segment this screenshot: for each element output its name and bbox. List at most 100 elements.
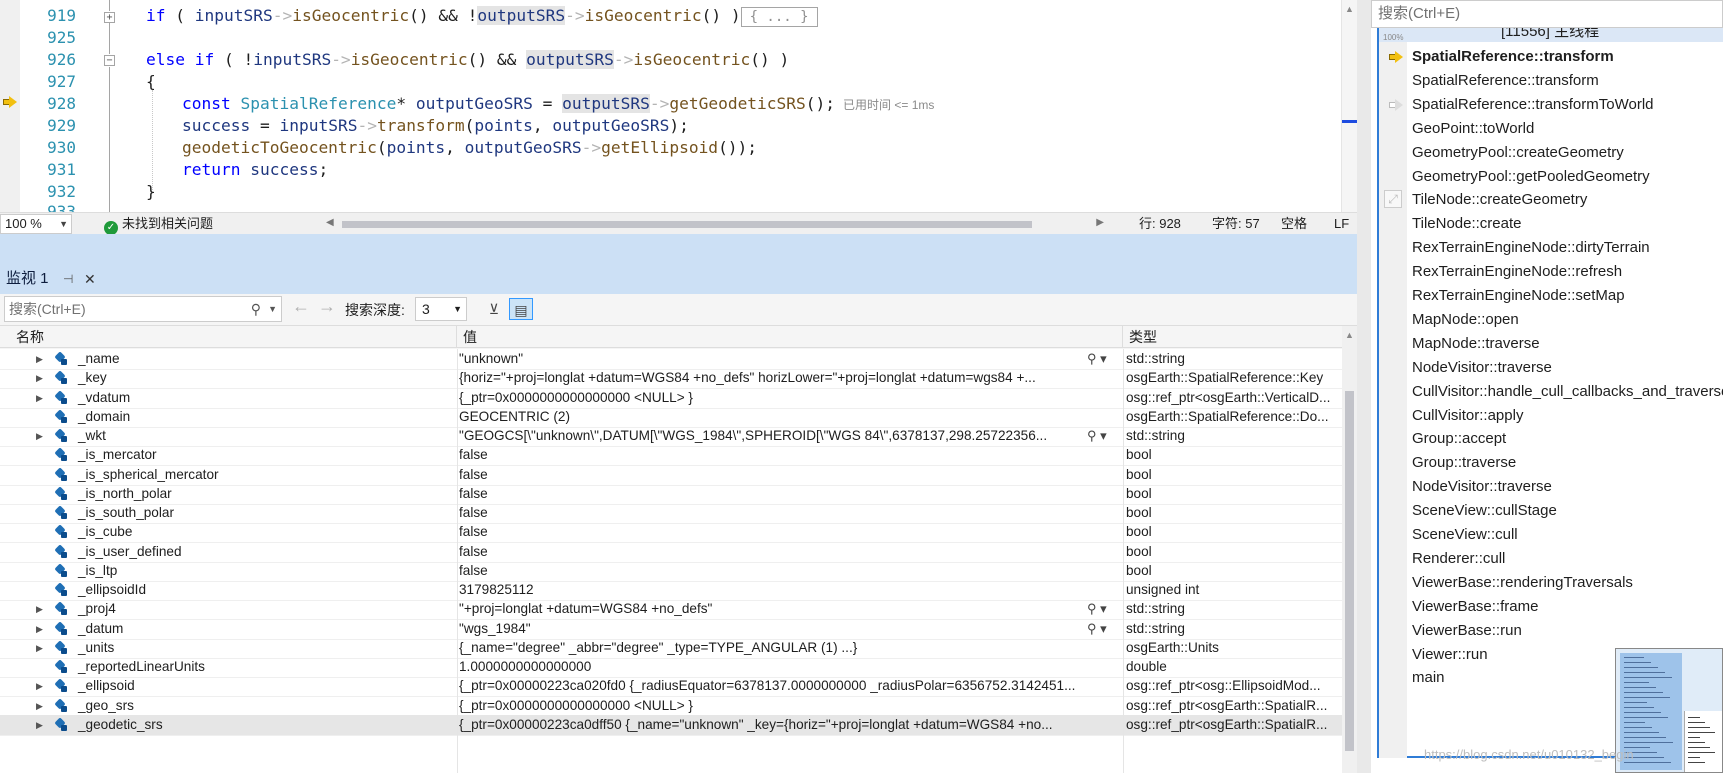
call-stack-frame[interactable]: ViewerBase::run [1412, 620, 1522, 642]
watch-row[interactable]: ▶ _vdatum {_ptr=0x0000000000000000 <NULL> … [0, 388, 1342, 409]
text-visualizer-icon[interactable]: ⚲ ▾ [1087, 349, 1107, 369]
expand-arrow-icon[interactable]: ▶ [36, 619, 43, 639]
scroll-up-icon[interactable]: ▲ [1345, 330, 1354, 340]
char-indicator[interactable]: 字符: 57 [1212, 215, 1260, 233]
line-ending-indicator[interactable]: LF [1334, 215, 1349, 233]
call-stack-frame[interactable]: TileNode::createGeometry [1412, 189, 1587, 211]
expand-arrow-icon[interactable]: ▶ [36, 388, 43, 408]
call-stack-frame[interactable]: Viewer::run [1412, 644, 1488, 666]
watch-row[interactable]: ▶ _name "unknown" ⚲ ▾ std::string [0, 349, 1342, 370]
watch-item-value[interactable]: 1.0000000000000000 [459, 657, 1081, 677]
pin-icon[interactable]: ⊣ [63, 264, 73, 294]
watch-item-value[interactable]: "unknown" [459, 349, 1077, 369]
text-visualizer-icon[interactable]: ⚲ ▾ [1087, 619, 1107, 639]
column-layout-icon[interactable]: ▤ [509, 298, 533, 320]
watch-item-value[interactable]: false [459, 465, 1081, 485]
search-forward-icon[interactable]: → [318, 296, 336, 317]
column-header-value[interactable]: 值 [457, 326, 1123, 348]
watch-item-value[interactable]: "GEOGCS[\"unknown\",DATUM[\"WGS_1984\",S… [459, 426, 1077, 446]
collapse-icon[interactable]: − [104, 55, 115, 66]
watch-row[interactable]: _is_spherical_mercator false bool [0, 465, 1342, 486]
watch-row[interactable]: ▶ _units {_name="degree" _abbr="degree" _t… [0, 638, 1342, 659]
call-stack-frame[interactable]: ViewerBase::renderingTraversals [1412, 572, 1633, 594]
call-stack-frame[interactable]: main [1412, 667, 1445, 689]
watch-item-value[interactable]: {horiz="+proj=longlat +datum=WGS84 +no_d… [459, 368, 1081, 388]
expand-icon[interactable]: + [104, 12, 115, 23]
editor-vertical-scrollbar[interactable]: ▲ [1341, 0, 1357, 212]
expand-arrow-icon[interactable]: ▶ [36, 638, 43, 658]
call-stack-frame[interactable]: ViewerBase::frame [1412, 596, 1538, 618]
watch-row[interactable]: ▶ _key {horiz="+proj=longlat +datum=WGS84 … [0, 368, 1342, 390]
call-stack-frame[interactable]: TileNode::create [1412, 213, 1522, 235]
text-visualizer-icon[interactable]: ⚲ ▾ [1087, 599, 1107, 619]
watch-row[interactable]: _is_north_polar false bool [0, 484, 1342, 505]
watch-item-value[interactable]: false [459, 542, 1081, 562]
watch-item-value[interactable]: {_ptr=0x00000223ca020fd0 {_radiusEquator… [459, 676, 1081, 696]
watch-row[interactable]: ▶ _ellipsoid {_ptr=0x00000223ca020fd0 {_ra… [0, 676, 1342, 698]
watch-item-value[interactable]: 3179825112 [459, 580, 1081, 600]
search-back-icon[interactable]: ← [292, 296, 310, 317]
watch-row[interactable]: _domain GEOCENTRIC (2) osgEarth::SpatialRe… [0, 407, 1342, 428]
expand-arrow-icon[interactable]: ▶ [36, 696, 43, 716]
watch-item-value[interactable]: GEOCENTRIC (2) [459, 407, 1081, 427]
watch-row[interactable]: _is_user_defined false bool [0, 542, 1342, 563]
call-stack-frame[interactable]: SpatialReference::transform [1412, 70, 1599, 92]
call-stack-frame[interactable]: NodeVisitor::traverse [1412, 357, 1552, 379]
watch-item-value[interactable]: false [459, 561, 1081, 581]
call-stack-frame[interactable]: SceneView::cull [1412, 524, 1518, 546]
watch-item-value[interactable]: false [459, 503, 1081, 523]
scroll-up-icon[interactable]: ▲ [1345, 4, 1354, 14]
watch-row[interactable]: _is_cube false bool [0, 522, 1342, 544]
scroll-left-icon[interactable]: ◀ [326, 217, 334, 228]
watch-item-value[interactable]: {_name="degree" _abbr="degree" _type=TYP… [459, 638, 1081, 658]
watch-row[interactable]: _is_ltp false bool [0, 561, 1342, 582]
call-stack-frame[interactable]: MapNode::open [1412, 309, 1519, 331]
watch-item-value[interactable]: {_ptr=0x0000000000000000 <NULL> } [459, 388, 1081, 408]
search-depth-select[interactable]: 3 ▼ [415, 297, 467, 321]
filter-icon[interactable]: ⊻ [482, 298, 506, 320]
watch-search-input[interactable]: 搜索(Ctrl+E) ⚲ ▼ [4, 296, 282, 322]
scroll-thumb[interactable] [342, 221, 1032, 228]
code-editor[interactable]: 919 925 926 927 928 929 930 931 932 933 … [0, 0, 1357, 234]
call-stack-frame[interactable]: SceneView::cullStage [1412, 500, 1557, 522]
watch-row[interactable]: _ellipsoidId 3179825112 unsigned int [0, 580, 1342, 601]
expand-arrow-icon[interactable]: ▶ [36, 349, 43, 369]
watch-vertical-scrollbar[interactable]: ▲ [1342, 326, 1357, 773]
panel-splitter[interactable] [0, 234, 1357, 264]
column-header-type[interactable]: 类型 [1123, 326, 1342, 348]
call-stack-frame[interactable]: GeometryPool::createGeometry [1412, 142, 1624, 164]
expand-arrow-icon[interactable]: ▶ [36, 368, 43, 388]
watch-item-value[interactable]: {_ptr=0x00000223ca0dff50 {_name="unknown… [459, 715, 1081, 735]
whitespace-indicator[interactable]: 空格 [1281, 215, 1307, 233]
call-stack-frame[interactable]: Renderer::cull [1412, 548, 1505, 570]
call-stack-frame[interactable]: RexTerrainEngineNode::refresh [1412, 261, 1622, 283]
watch-item-value[interactable]: false [459, 445, 1081, 465]
scroll-right-icon[interactable]: ▶ [1096, 217, 1104, 228]
panel-divider[interactable] [1357, 0, 1371, 773]
call-stack-frame[interactable]: NodeVisitor::traverse [1412, 476, 1552, 498]
code-area[interactable]: if ( inputSRS->isGeocentric() && !output… [128, 0, 1341, 212]
watch-row[interactable]: ▶ _proj4 "+proj=longlat +datum=WGS84 +no_d… [0, 599, 1342, 621]
perf-tip[interactable]: 已用时间 <= 1ms [843, 98, 934, 112]
watch-row[interactable]: _is_south_polar false bool [0, 503, 1342, 524]
issues-indicator[interactable]: ✓ 未找到相关问题 [104, 215, 213, 234]
expand-frames-icon[interactable]: ⤢ [1384, 190, 1402, 208]
watch-row[interactable]: ▶ _geo_srs {_ptr=0x0000000000000000 <NULL>… [0, 696, 1342, 717]
expand-arrow-icon[interactable]: ▶ [36, 599, 43, 619]
watch-item-value[interactable]: {_ptr=0x0000000000000000 <NULL> } [459, 696, 1081, 716]
call-stack-frame[interactable]: RexTerrainEngineNode::dirtyTerrain [1412, 237, 1650, 259]
watch-row[interactable]: ▶ _datum "wgs_1984" ⚲ ▾ std::string [0, 619, 1342, 640]
text-visualizer-icon[interactable]: ⚲ ▾ [1087, 426, 1107, 446]
call-stack-frame[interactable]: GeoPoint::toWorld [1412, 118, 1534, 140]
call-stack-frame[interactable]: SpatialReference::transformToWorld [1412, 94, 1654, 116]
expand-arrow-icon[interactable]: ▶ [36, 426, 43, 446]
watch-item-value[interactable]: false [459, 522, 1081, 542]
close-icon[interactable]: ✕ [84, 264, 96, 294]
call-stack-search-input[interactable]: 搜索(Ctrl+E) [1371, 0, 1723, 28]
watch-item-value[interactable]: "+proj=longlat +datum=WGS84 +no_defs" [459, 599, 1077, 619]
watch-row[interactable]: _is_mercator false bool [0, 445, 1342, 467]
tab-watch-1[interactable]: 监视 1 ⊣ ✕ [0, 264, 104, 294]
watch-item-value[interactable]: "wgs_1984" [459, 619, 1077, 639]
call-stack-frame[interactable]: Group::accept [1412, 428, 1506, 450]
expand-arrow-icon[interactable]: ▶ [36, 676, 43, 696]
